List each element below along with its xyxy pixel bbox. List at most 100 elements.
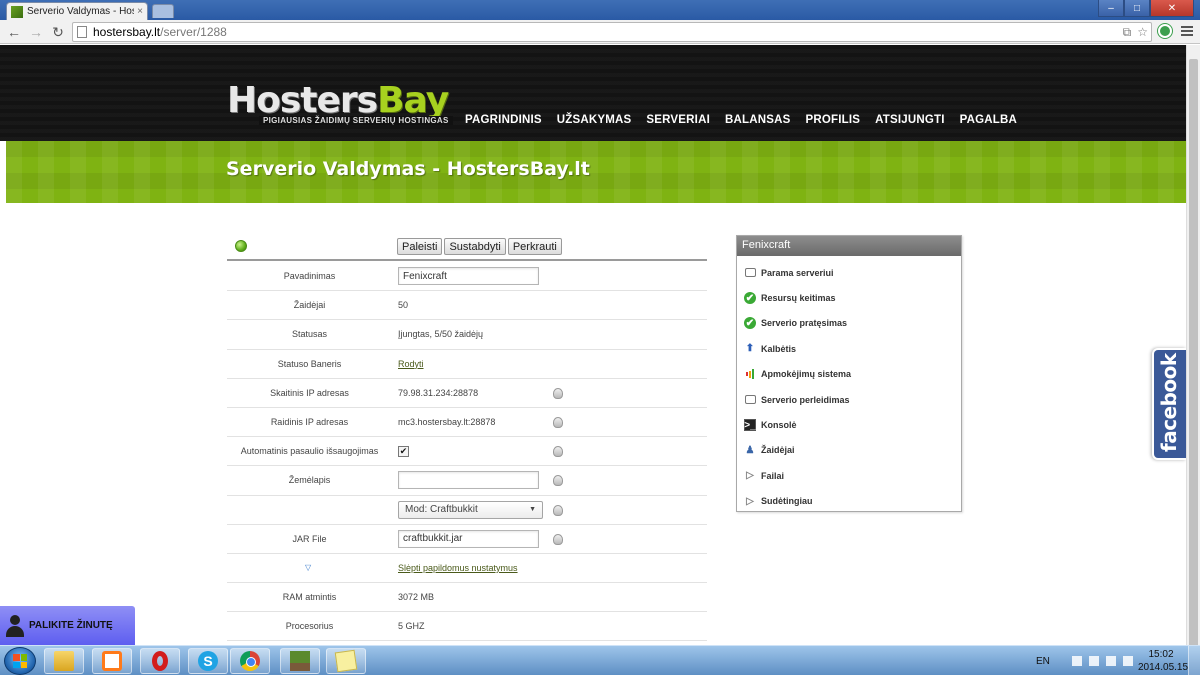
start-button[interactable]: Paleisti xyxy=(397,238,443,255)
side-item-failai[interactable]: ▷ Failai xyxy=(737,463,961,488)
nav-pagalba[interactable]: PAGALBA xyxy=(960,114,1017,126)
opera-taskbar-icon[interactable] xyxy=(140,648,180,674)
map-input[interactable] xyxy=(398,471,539,490)
restart-button[interactable]: Perkrauti xyxy=(507,238,562,255)
battery-icon[interactable] xyxy=(1088,656,1099,666)
main-nav: PAGRINDINIS UŽSAKYMAS SERVERIAI BALANSAS… xyxy=(465,114,1017,126)
help-bulb-icon[interactable] xyxy=(553,504,563,516)
user-icon: ♟ xyxy=(745,444,755,456)
facebook-tab[interactable]: facebook xyxy=(1152,348,1186,460)
table-row: Automatinis pasaulio išsaugojimas ✔ xyxy=(227,437,707,467)
ram-value: 3072 MB xyxy=(398,592,435,603)
chevron-down-icon: ▼ xyxy=(529,506,536,514)
table-row: RAM atmintis 3072 MB xyxy=(227,583,707,613)
sticky-notes-taskbar-icon[interactable] xyxy=(326,648,366,674)
check-icon: ✔ xyxy=(744,292,756,305)
logo-hosters-text: Hosters xyxy=(227,80,378,121)
side-item-label: Žaidėjai xyxy=(761,445,795,456)
side-item-label: Serverio pratęsimas xyxy=(761,318,848,329)
address-bar[interactable]: hostersbay.lt/server/1288 ⧉ ☆ xyxy=(72,22,1152,42)
page-scrollbar[interactable] xyxy=(1186,45,1200,654)
table-row: Raidinis IP adresas mc3.hostersbay.lt:28… xyxy=(227,408,707,438)
cpu-value: 5 GHZ xyxy=(398,621,425,632)
nav-pagrindinis[interactable]: PAGRINDINIS xyxy=(465,114,542,126)
help-bulb-icon[interactable] xyxy=(553,387,563,399)
media-player-taskbar-icon[interactable] xyxy=(92,648,132,674)
page-banner: Serverio Valdymas - HostersBay.lt xyxy=(6,141,1186,203)
server-controls: Paleisti Sustabdyti Perkrauti xyxy=(397,238,562,255)
translate-icon[interactable]: ⧉ xyxy=(1123,25,1132,40)
show-banner-link[interactable]: Rodyti xyxy=(398,359,424,369)
flag-icon[interactable] xyxy=(1071,656,1082,666)
minimize-button[interactable]: – xyxy=(1098,0,1124,17)
side-item-zaidejai[interactable]: ♟ Žaidėjai xyxy=(737,438,961,463)
nav-balansas[interactable]: BALANSAS xyxy=(725,114,791,126)
browser-menu-icon[interactable] xyxy=(1180,24,1194,38)
page-icon xyxy=(77,26,87,38)
mod-select[interactable]: Mod: Craftbukkit ▼ xyxy=(398,500,543,519)
side-item-apmokejimai[interactable]: Apmokėjimų sistema xyxy=(737,362,961,387)
browser-tab[interactable]: Serverio Valdymas - Hoste × xyxy=(6,2,148,20)
chrome-taskbar-icon[interactable] xyxy=(230,648,270,674)
nav-serveriai[interactable]: SERVERIAI xyxy=(646,114,710,126)
help-bulb-icon[interactable] xyxy=(553,446,563,458)
nav-atsijungti[interactable]: ATSIJUNGTI xyxy=(875,114,945,126)
nav-profilis[interactable]: PROFILIS xyxy=(805,114,860,126)
language-indicator[interactable]: EN xyxy=(1036,656,1050,667)
window-controls: – □ ✕ xyxy=(1098,0,1194,17)
skype-taskbar-icon[interactable]: S xyxy=(188,648,228,674)
minecraft-taskbar-icon[interactable] xyxy=(280,648,320,674)
windows-logo-icon xyxy=(13,654,27,668)
help-bulb-icon[interactable] xyxy=(553,416,563,428)
extension-icon[interactable] xyxy=(1158,24,1172,38)
site-logo[interactable]: HostersBay PIGIAUSIAS ŽAIDIMŲ SERVERIŲ H… xyxy=(227,80,453,125)
tab-title: Serverio Valdymas - Hoste xyxy=(27,6,135,17)
bookmark-star-icon[interactable]: ☆ xyxy=(1137,25,1148,40)
hide-advanced-link[interactable]: Slėpti papildomus nustatymus xyxy=(398,563,518,573)
collapse-arrow-icon[interactable]: ▽ xyxy=(305,563,311,572)
side-item-sudetingiau[interactable]: ▷ Sudėtingiau xyxy=(737,489,961,514)
volume-icon[interactable] xyxy=(1122,656,1133,666)
table-row: ▽ Slėpti papildomus nustatymus xyxy=(227,554,707,584)
server-side-menu: Fenixcraft Parama serveriui ✔ Resursų ke… xyxy=(736,235,962,512)
main-content: Paleisti Sustabdyti Perkrauti Pavadinima… xyxy=(6,203,1186,645)
row-label: Statusas xyxy=(291,329,328,340)
scrollbar-thumb[interactable] xyxy=(1189,59,1198,654)
server-name-input[interactable] xyxy=(398,267,539,286)
show-desktop-button[interactable] xyxy=(1188,646,1200,676)
network-icon[interactable] xyxy=(1105,656,1116,666)
maximize-button[interactable]: □ xyxy=(1124,0,1150,17)
side-item-resursai[interactable]: ✔ Resursų keitimas xyxy=(737,285,961,310)
help-bulb-icon[interactable] xyxy=(553,533,563,545)
close-button[interactable]: ✕ xyxy=(1150,0,1194,17)
row-label: Žemėlapis xyxy=(288,475,331,486)
taskbar-clock[interactable]: 15:02 2014.05.15 xyxy=(1138,648,1188,674)
explorer-taskbar-icon[interactable] xyxy=(44,648,84,674)
reload-icon[interactable]: ↻ xyxy=(49,23,67,41)
nav-uzsakymas[interactable]: UŽSAKYMAS xyxy=(557,114,632,126)
leave-message-button[interactable]: PALIKITE ŽINUTĘ xyxy=(0,606,135,645)
system-tray: EN xyxy=(1036,646,1140,676)
tab-close-icon[interactable]: × xyxy=(137,6,143,17)
facebook-label: facebook xyxy=(1157,353,1181,452)
row-label: Žaidėjai xyxy=(293,300,326,311)
new-tab-button[interactable] xyxy=(152,4,174,18)
stop-button[interactable]: Sustabdyti xyxy=(444,238,506,255)
back-arrow-icon[interactable]: ← xyxy=(5,23,23,41)
arrow-up-icon: ⬆ xyxy=(745,343,755,355)
side-item-konsole[interactable]: >_ Konsolė xyxy=(737,412,961,437)
hostname-ip-value: mc3.hostersbay.lt:28878 xyxy=(398,417,496,428)
side-item-pratesimas[interactable]: ✔ Serverio pratęsimas xyxy=(737,311,961,336)
forward-arrow-icon[interactable]: → xyxy=(27,23,45,41)
side-item-perleidimas[interactable]: Serverio perleidimas xyxy=(737,387,961,412)
autosave-checkbox[interactable]: ✔ xyxy=(398,445,409,457)
help-bulb-icon[interactable] xyxy=(553,475,563,487)
row-label: Procesorius xyxy=(285,621,334,632)
jar-file-input[interactable] xyxy=(398,529,539,548)
table-row: JAR File xyxy=(227,525,707,554)
side-item-parama[interactable]: Parama serveriui xyxy=(737,260,961,285)
side-item-kalbetis[interactable]: ⬆ Kalbėtis xyxy=(737,336,961,361)
table-row: Žaidėjai 50 xyxy=(227,291,707,321)
table-row: Statuso Baneris Rodyti xyxy=(227,350,707,379)
start-button[interactable] xyxy=(4,647,36,675)
